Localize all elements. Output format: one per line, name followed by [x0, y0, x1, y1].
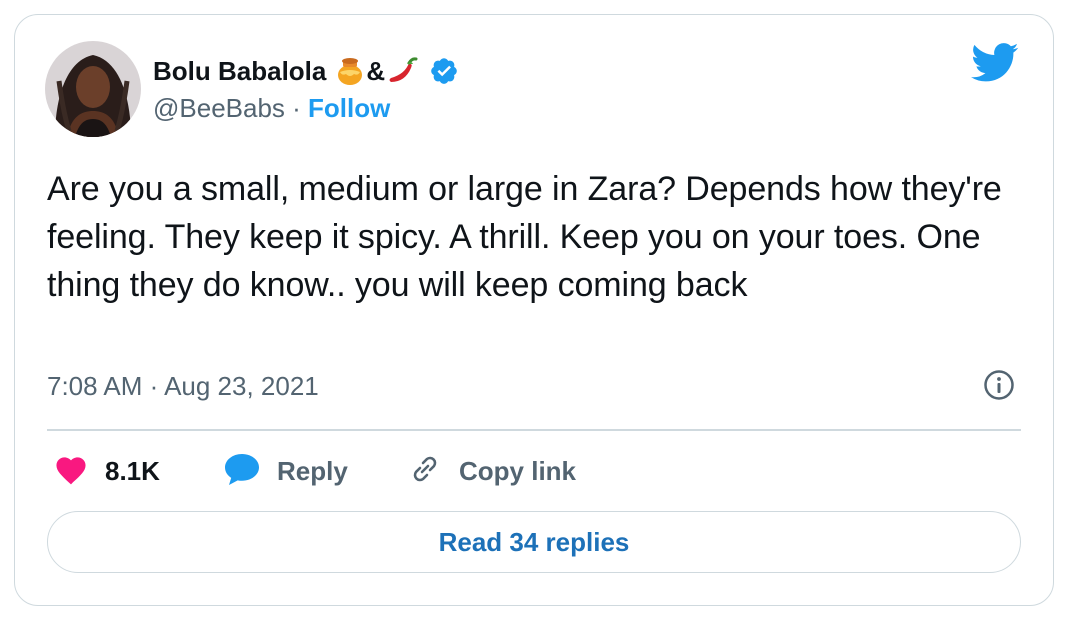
author-name-row[interactable]: Bolu Babalola & [153, 53, 459, 89]
follow-link[interactable]: Follow [308, 93, 390, 123]
like-button[interactable]: 8.1K [53, 451, 160, 491]
like-count: 8.1K [105, 455, 160, 486]
copy-link-label: Copy link [459, 455, 577, 486]
author-name[interactable]: Bolu Babalola [153, 56, 326, 87]
reply-label: Reply [277, 455, 348, 486]
tweet-card: Bolu Babalola & @BeeBabs · Follow Are yo… [14, 14, 1054, 606]
read-replies-label: Read 34 replies [438, 526, 630, 557]
handle-separator: · [284, 93, 309, 123]
reply-bubble-icon [223, 452, 261, 491]
chili-pepper-icon [387, 56, 419, 86]
name-separator: & [366, 55, 386, 86]
twitter-bird-icon[interactable] [971, 43, 1019, 88]
info-icon[interactable] [983, 369, 1015, 406]
reply-button[interactable]: Reply [223, 451, 348, 491]
tweet-text: Are you a small, medium or large in Zara… [47, 170, 1002, 304]
handle-row: @BeeBabs · Follow [153, 93, 390, 124]
read-replies-button[interactable]: Read 34 replies [47, 511, 1021, 573]
author-handle[interactable]: @BeeBabs [153, 93, 285, 123]
honey-pot-icon [336, 56, 364, 86]
tweet-timestamp[interactable]: 7:08 AM · Aug 23, 2021 [47, 371, 319, 402]
link-icon [407, 451, 443, 492]
divider [47, 429, 1021, 431]
copy-link-button[interactable]: Copy link [407, 451, 576, 491]
heart-icon [53, 453, 89, 490]
verified-badge-icon [429, 56, 459, 86]
avatar[interactable] [45, 41, 141, 137]
